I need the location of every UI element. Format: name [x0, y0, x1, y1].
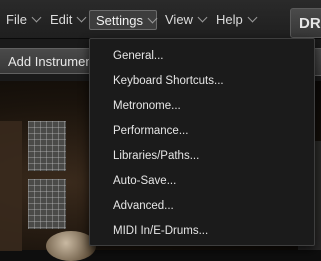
menu-item-general[interactable]: General...: [113, 47, 164, 65]
menu-item-advanced[interactable]: Advanced...: [113, 197, 174, 215]
acoustic-panel: [28, 121, 66, 171]
menu-settings[interactable]: Settings: [89, 10, 158, 30]
menu-item-auto-save[interactable]: Auto-Save...: [113, 172, 176, 190]
menu-item-libraries-paths[interactable]: Libraries/Paths...: [113, 147, 199, 165]
acoustic-panel: [28, 179, 66, 229]
menu-bar: File Edit Settings View Help DR: [0, 0, 321, 39]
menu-view-label: View: [165, 12, 193, 27]
menu-edit[interactable]: Edit: [46, 10, 89, 30]
menu-settings-label: Settings: [96, 13, 143, 28]
menu-item-midi-in-edrums[interactable]: MIDI In/E-Drums...: [113, 222, 208, 240]
add-instrument-button[interactable]: Add Instrument: [0, 48, 96, 74]
menu-edit-label: Edit: [50, 12, 73, 27]
chevron-down-icon: [247, 12, 258, 23]
menu-item-performance[interactable]: Performance...: [113, 122, 188, 140]
chevron-down-icon: [31, 12, 42, 23]
wall-panel: [0, 121, 22, 251]
menu-help-label: Help: [216, 12, 243, 27]
settings-dropdown-menu: General... Keyboard Shortcuts... Metrono…: [89, 38, 315, 246]
menu-item-metronome[interactable]: Metronome...: [113, 97, 181, 115]
menu-item-keyboard-shortcuts[interactable]: Keyboard Shortcuts...: [113, 72, 224, 90]
menu-help[interactable]: Help: [212, 10, 260, 30]
menu-view[interactable]: View: [161, 10, 210, 30]
chevron-down-icon: [197, 12, 208, 23]
menu-file-label: File: [6, 12, 27, 27]
chevron-down-icon: [147, 13, 158, 24]
brand-button[interactable]: DR: [290, 8, 321, 38]
chevron-down-icon: [76, 12, 87, 23]
menu-file[interactable]: File: [2, 10, 44, 30]
